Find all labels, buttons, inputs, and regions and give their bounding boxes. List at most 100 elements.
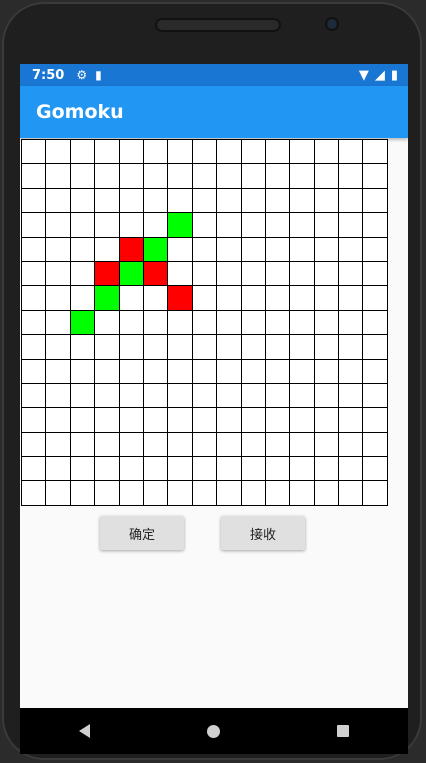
board-cell[interactable] [22,432,47,458]
board-cell[interactable] [290,188,315,214]
board-cell[interactable] [46,457,71,482]
board-cell[interactable] [22,383,47,409]
board-cell[interactable] [143,164,169,189]
board-cell[interactable] [339,140,364,165]
board-cell[interactable] [143,383,169,409]
board-cell[interactable] [363,261,388,287]
board-cell[interactable] [290,481,315,506]
red-stone[interactable] [168,286,193,311]
green-stone[interactable] [119,261,144,287]
board-cell[interactable] [192,383,218,409]
board-cell[interactable] [339,408,364,433]
board-cell[interactable] [22,408,47,433]
board-cell[interactable] [339,310,364,336]
board-cell[interactable] [339,359,364,384]
board-cell[interactable] [363,481,388,506]
board-cell[interactable] [168,457,193,482]
board-cell[interactable] [192,237,218,262]
board-cell[interactable] [290,383,315,409]
board-cell[interactable] [217,188,242,214]
board-cell[interactable] [314,140,340,165]
board-cell[interactable] [363,432,388,458]
board-cell[interactable] [363,213,388,238]
board-cell[interactable] [290,164,315,189]
board-cell[interactable] [95,408,120,433]
board-cell[interactable] [46,237,71,262]
board-cell[interactable] [314,408,340,433]
board-cell[interactable] [22,164,47,189]
board-cell[interactable] [339,286,364,311]
board-cell[interactable] [265,310,291,336]
board-cell[interactable] [363,188,388,214]
board-cell[interactable] [241,286,266,311]
board-cell[interactable] [339,383,364,409]
board-cell[interactable] [168,261,193,287]
board-cell[interactable] [314,481,340,506]
board-cell[interactable] [119,408,144,433]
board-cell[interactable] [363,383,388,409]
board-cell[interactable] [70,408,96,433]
board-cell[interactable] [70,359,96,384]
board-cell[interactable] [363,237,388,262]
board-cell[interactable] [192,457,218,482]
receive-button[interactable]: 接收 [221,516,305,550]
green-stone[interactable] [143,237,169,262]
board-cell[interactable] [192,286,218,311]
board-cell[interactable] [46,335,71,360]
board-cell[interactable] [241,432,266,458]
board-cell[interactable] [119,310,144,336]
board-cell[interactable] [143,213,169,238]
board-cell[interactable] [339,335,364,360]
board-cell[interactable] [192,432,218,458]
board-cell[interactable] [314,164,340,189]
board-cell[interactable] [119,140,144,165]
board-cell[interactable] [143,188,169,214]
board-cell[interactable] [241,261,266,287]
board-cell[interactable] [363,457,388,482]
red-stone[interactable] [143,261,169,287]
board-cell[interactable] [265,164,291,189]
board-cell[interactable] [241,310,266,336]
board-cell[interactable] [168,237,193,262]
board-cell[interactable] [22,457,47,482]
board-cell[interactable] [70,188,96,214]
board-cell[interactable] [95,432,120,458]
board-cell[interactable] [241,335,266,360]
board-cell[interactable] [265,481,291,506]
board-cell[interactable] [119,432,144,458]
recent-apps-icon[interactable] [337,725,350,737]
board-cell[interactable] [143,359,169,384]
board-cell[interactable] [46,213,71,238]
board-cell[interactable] [290,237,315,262]
board-cell[interactable] [95,481,120,506]
board-cell[interactable] [265,140,291,165]
board-cell[interactable] [22,335,47,360]
board-cell[interactable] [143,310,169,336]
green-stone[interactable] [95,286,120,311]
board-cell[interactable] [265,408,291,433]
board-cell[interactable] [192,213,218,238]
back-icon[interactable] [78,724,90,738]
board-cell[interactable] [217,237,242,262]
board-cell[interactable] [217,481,242,506]
board-cell[interactable] [241,188,266,214]
board-cell[interactable] [168,140,193,165]
board-cell[interactable] [290,408,315,433]
board-cell[interactable] [314,213,340,238]
board-cell[interactable] [143,140,169,165]
board-cell[interactable] [314,335,340,360]
board-cell[interactable] [119,457,144,482]
board-cell[interactable] [95,457,120,482]
board-cell[interactable] [241,213,266,238]
board-cell[interactable] [70,286,96,311]
board-cell[interactable] [290,335,315,360]
board-cell[interactable] [46,286,71,311]
board-cell[interactable] [192,188,218,214]
board-cell[interactable] [95,237,120,262]
board-cell[interactable] [290,261,315,287]
board-cell[interactable] [168,310,193,336]
board-cell[interactable] [217,286,242,311]
board-cell[interactable] [314,310,340,336]
board-cell[interactable] [241,383,266,409]
green-stone[interactable] [70,310,96,336]
